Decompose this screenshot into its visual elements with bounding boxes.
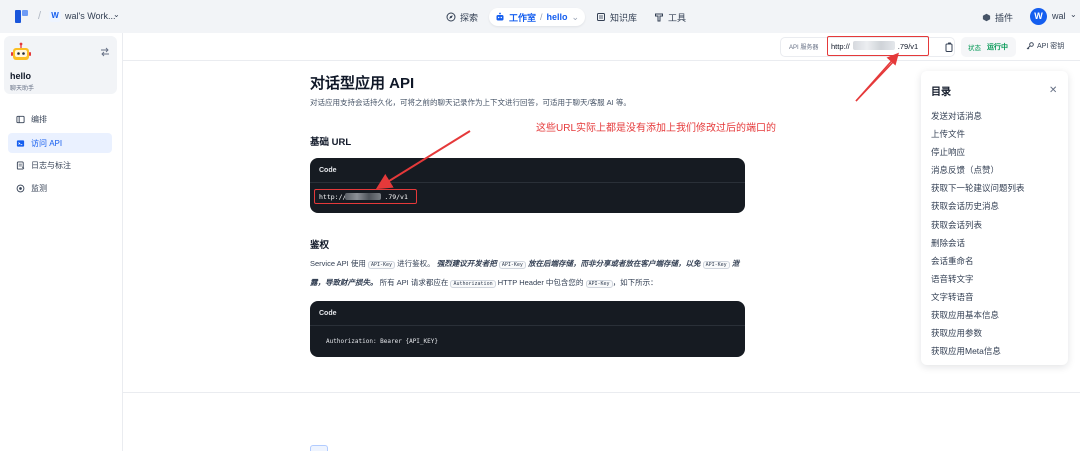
app-info-card[interactable]: hello 聊天助手 xyxy=(4,36,117,94)
close-icon[interactable]: ✕ xyxy=(1049,85,1057,96)
user-avatar[interactable]: W xyxy=(1030,8,1047,25)
nav-tools-label: 工具 xyxy=(668,12,687,23)
monitor-icon xyxy=(16,184,25,192)
method-badge xyxy=(310,445,328,451)
nav-studio-label: 工作室 xyxy=(509,12,537,23)
table-of-contents: 目录 ✕ 发送对话消息 上传文件 停止响应 消息反馈（点赞） 获取下一轮建议问题… xyxy=(921,71,1068,365)
sidebar-item-label: 监测 xyxy=(31,183,47,193)
toc-item[interactable]: 获取会话列表 xyxy=(931,216,1025,234)
key-icon xyxy=(1026,42,1034,50)
file-list-icon xyxy=(16,160,25,170)
workspace-selector[interactable]: wal's Work... xyxy=(65,11,116,21)
toc-item[interactable]: 获取应用基本信息 xyxy=(931,306,1025,324)
toc-item[interactable]: 停止响应 xyxy=(931,143,1025,161)
api-topbar: API 服务器 http://.79/v1 状态 运行中 API 密钥 xyxy=(123,33,1080,61)
toc-item[interactable]: 消息反馈（点赞） xyxy=(931,161,1025,179)
app-type: 聊天助手 xyxy=(10,86,35,92)
status-label: 状态 xyxy=(968,45,981,52)
chevron-down-icon[interactable]: ⌄ xyxy=(572,12,580,23)
page-title: 对话型应用 API xyxy=(310,75,415,92)
inline-code: API-Key xyxy=(498,261,526,269)
page-description: 对话应用支持会话持久化，可将之前的聊天记录作为上下文进行回答，可适用于聊天/客服… xyxy=(310,98,631,107)
auth-heading: 鉴权 xyxy=(310,240,330,251)
user-name[interactable]: wal xyxy=(1052,11,1066,21)
cube-icon xyxy=(982,13,991,22)
nav-explore-label: 探索 xyxy=(460,12,479,23)
api-key-button[interactable]: API 密钥 xyxy=(1026,41,1064,51)
current-app-selector[interactable]: hello xyxy=(547,12,568,22)
chevron-down-icon[interactable]: ⌄ xyxy=(1070,10,1077,19)
base-url-code-block: Code http://.79/v1 xyxy=(310,158,745,213)
status-value: 运行中 xyxy=(987,44,1008,51)
toc-item[interactable]: 删除会话 xyxy=(931,234,1025,252)
auth-code-line: Authorization: Bearer {API_KEY} xyxy=(326,338,438,345)
sidebar-item-api-access[interactable]: 访问 API xyxy=(8,133,112,153)
chevron-down-icon[interactable]: ⌄ xyxy=(113,10,120,19)
code-block-label: Code xyxy=(319,310,337,317)
nav-tools[interactable]: 工具 xyxy=(648,8,692,26)
toc-item[interactable]: 文字转语音 xyxy=(931,288,1025,306)
sidebar-item-label: 日志与标注 xyxy=(31,160,71,170)
code-block-label: Code xyxy=(319,167,337,174)
plugins-button[interactable]: 插件 xyxy=(982,11,1013,24)
book-icon xyxy=(597,13,605,21)
app-name: hello xyxy=(10,71,32,81)
code-block-body[interactable]: Authorization: Bearer {API_KEY} xyxy=(310,325,745,357)
inline-code: API-Key xyxy=(585,280,613,288)
code-url-highlight-box xyxy=(314,189,417,204)
plugins-label: 插件 xyxy=(995,13,1014,23)
section-divider xyxy=(123,392,1080,393)
dify-logo-icon[interactable] xyxy=(14,9,30,24)
copy-icon[interactable] xyxy=(945,42,954,52)
toc-item[interactable]: 语音转文字 xyxy=(931,270,1025,288)
api-url-highlight-box xyxy=(827,36,929,56)
toc-item[interactable]: 获取会话历史消息 xyxy=(931,197,1025,215)
toc-item[interactable]: 发送对话消息 xyxy=(931,107,1025,125)
api-key-label: API 密钥 xyxy=(1037,43,1065,50)
workspace-badge: W xyxy=(49,10,61,22)
top-navbar: / W wal's Work... ⌄ 探索 工作室 / hello ⌄ 知识库… xyxy=(0,0,1080,33)
sidebar-item-label: 编排 xyxy=(31,114,47,124)
layout-icon xyxy=(16,115,25,123)
toc-item[interactable]: 会话重命名 xyxy=(931,252,1025,270)
robot-avatar-icon xyxy=(11,42,31,60)
breadcrumb-separator: / xyxy=(38,10,42,22)
toc-item[interactable]: 获取应用Meta信息 xyxy=(931,342,1025,360)
sidebar-item-orchestrate[interactable]: 编排 xyxy=(8,109,112,129)
toc-item[interactable]: 上传文件 xyxy=(931,125,1025,143)
inline-code: API-Key xyxy=(367,261,396,269)
breadcrumb-separator: / xyxy=(540,12,543,22)
sidebar-item-label: 访问 API xyxy=(31,138,63,148)
nav-knowledge[interactable]: 知识库 xyxy=(590,8,643,26)
inline-code: API-Key xyxy=(702,261,730,269)
sidebar-item-monitoring[interactable]: 监测 xyxy=(8,178,112,198)
robot-icon xyxy=(496,12,504,21)
auth-code-block: Code Authorization: Bearer {API_KEY} xyxy=(310,301,745,357)
app-sidebar: hello 聊天助手 编排 访问 API 日志与标注 监测 xyxy=(0,33,123,451)
toc-list: 发送对话消息 上传文件 停止响应 消息反馈（点赞） 获取下一轮建议问题列表 获取… xyxy=(931,107,1025,360)
inline-code: Authorization xyxy=(450,280,496,288)
hammer-icon xyxy=(655,13,663,22)
toc-title: 目录 xyxy=(931,87,951,98)
code-block-body[interactable]: http://.79/v1 xyxy=(310,182,745,213)
auth-description: Service API 使用 API-Key 进行鉴权。 强烈建议开发者把 AP… xyxy=(310,259,740,288)
nav-explore[interactable]: 探索 xyxy=(440,8,484,26)
sidebar-item-logs[interactable]: 日志与标注 xyxy=(8,155,112,175)
toc-item[interactable]: 获取应用参数 xyxy=(931,324,1025,342)
collapse-icon[interactable] xyxy=(100,47,110,57)
nav-studio[interactable]: 工作室 / hello ⌄ xyxy=(489,8,586,26)
nav-knowledge-label: 知识库 xyxy=(610,12,638,23)
api-server-label: API 服务器 xyxy=(789,45,819,51)
base-url-heading: 基础 URL xyxy=(310,137,352,148)
toc-item[interactable]: 获取下一轮建议问题列表 xyxy=(931,179,1025,197)
annotation-note: 这些URL实际上都是没有添加上我们修改过后的端口的 xyxy=(536,123,777,134)
terminal-icon xyxy=(16,139,25,147)
compass-icon xyxy=(446,12,456,22)
